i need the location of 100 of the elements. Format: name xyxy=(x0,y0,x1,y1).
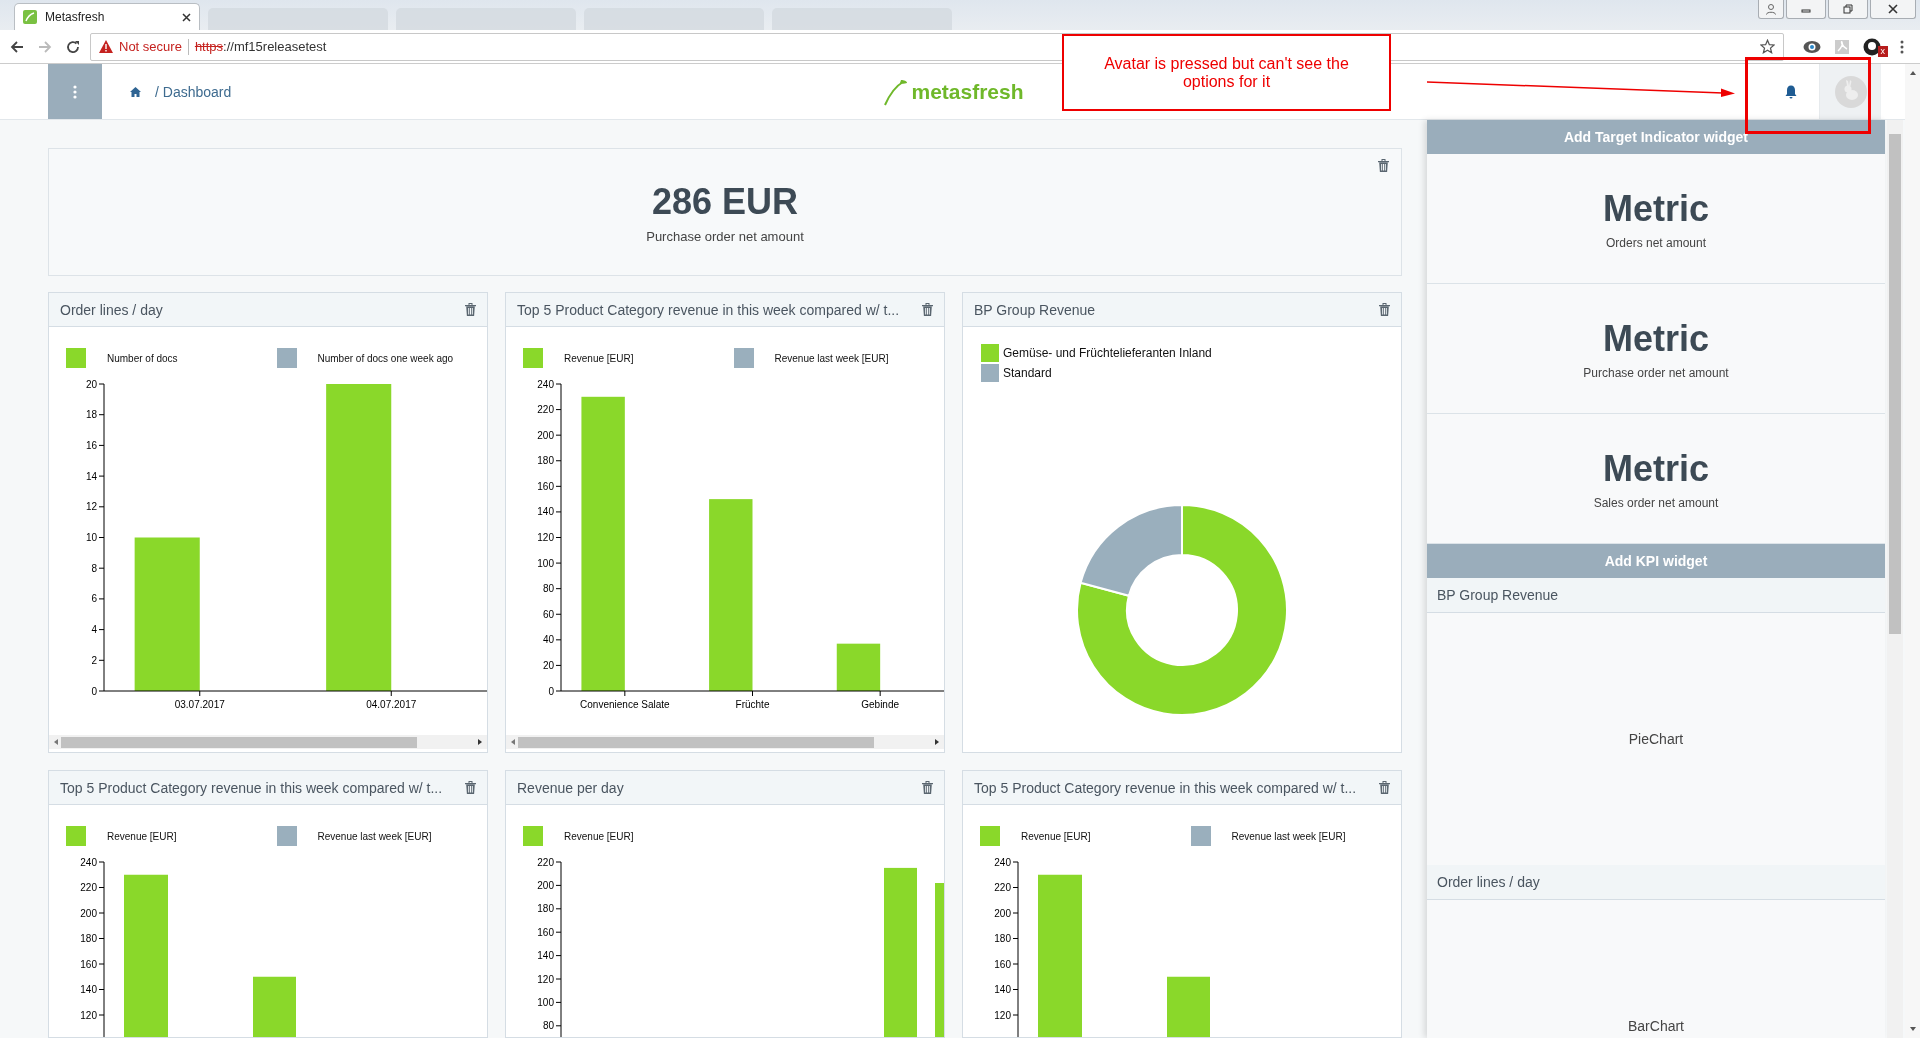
tick-label: 0 xyxy=(548,685,554,697)
legend-label: Revenue [EUR] xyxy=(107,830,177,842)
scroll-up-icon[interactable] xyxy=(1908,70,1917,76)
widget-title: Top 5 Product Category revenue in this week compared w/ t... xyxy=(974,779,1357,796)
legend-label: Revenue last week [EUR] xyxy=(317,830,432,842)
tick-label: 18 xyxy=(85,409,97,421)
bar xyxy=(836,643,881,691)
leaf-icon xyxy=(23,10,37,24)
tick-label: 220 xyxy=(80,882,97,893)
trash-icon[interactable] xyxy=(1378,159,1389,172)
star-icon[interactable] xyxy=(1760,39,1775,54)
legend-label: Revenue [EUR] xyxy=(564,352,634,364)
legend-label: Gemüse- und Früchtelieferanten Inland xyxy=(1003,346,1212,360)
scroll-left-icon[interactable] xyxy=(52,738,60,746)
trash-icon[interactable] xyxy=(1379,303,1390,316)
legend-label: Revenue [EUR] xyxy=(1021,830,1091,842)
forward-arrow-icon xyxy=(38,39,52,54)
tick-label: 20 xyxy=(542,659,554,671)
profile-button[interactable] xyxy=(1758,0,1784,19)
tick-label: 160 xyxy=(80,958,97,970)
scroll-down-icon[interactable] xyxy=(1908,1026,1917,1032)
tick-label: 120 xyxy=(80,1009,97,1021)
annotation-note: Avatar is pressed but can't see the options for it xyxy=(1062,34,1391,111)
trash-icon[interactable] xyxy=(465,303,476,316)
tick-label: 200 xyxy=(994,907,1011,919)
scroll-left-icon[interactable] xyxy=(509,738,517,746)
kpi-widget-title[interactable]: Order lines / day xyxy=(1427,865,1885,900)
tick-label: 40 xyxy=(542,634,554,646)
metric-value: Metric xyxy=(1603,317,1709,360)
trash-icon[interactable] xyxy=(922,303,933,316)
close-icon[interactable] xyxy=(182,12,191,22)
tick-label: 20 xyxy=(85,378,97,390)
tick-label: 60 xyxy=(542,608,554,620)
trash-icon[interactable] xyxy=(465,781,476,794)
widget-title: Top 5 Product Category revenue in this week compared w/ t... xyxy=(517,301,900,318)
widget-title: Order lines / day xyxy=(60,301,163,318)
category-label: 03.07.2017 xyxy=(174,699,225,710)
legend-label: Number of docs one week ago xyxy=(317,352,454,364)
metric-card[interactable]: Metric Orders net amount xyxy=(1427,154,1885,284)
legend-label: Revenue last week [EUR] xyxy=(774,352,889,364)
legend-label: Standard xyxy=(1003,366,1052,380)
close-window-button[interactable] xyxy=(1870,0,1916,19)
avatar-button[interactable] xyxy=(1819,64,1881,119)
tick-label: 10 xyxy=(85,532,97,543)
tick-label: 180 xyxy=(80,933,97,944)
widget-title: Top 5 Product Category revenue in this week compared w/ t... xyxy=(60,779,443,796)
tick-label: 6 xyxy=(91,593,97,605)
legend-label: Revenue last week [EUR] xyxy=(1231,830,1346,842)
tick-label: 4 xyxy=(91,624,97,636)
close-icon xyxy=(1888,4,1898,14)
category-label: Gebinde xyxy=(861,699,900,710)
tick-label: 14 xyxy=(85,470,97,482)
tick-label: 100 xyxy=(537,996,554,1008)
tick-label: 220 xyxy=(994,882,1011,893)
tick-label: 80 xyxy=(542,1020,554,1032)
tick-label: 2 xyxy=(91,654,97,666)
horizontal-scrollbar[interactable] xyxy=(506,735,944,749)
tick-label: 8 xyxy=(91,562,97,574)
horizontal-scrollbar[interactable] xyxy=(49,735,487,749)
tick-label: 12 xyxy=(85,501,97,513)
tick-label: 160 xyxy=(537,480,554,492)
tick-label: 220 xyxy=(537,404,554,416)
maximize-button[interactable] xyxy=(1828,0,1868,19)
legend-label: Number of docs xyxy=(107,352,178,364)
tick-label: 80 xyxy=(542,583,554,595)
circle-icon xyxy=(1863,37,1881,56)
tick-label: 200 xyxy=(537,879,554,891)
sprout-icon xyxy=(881,77,910,106)
browser-tab[interactable]: Metasfresh xyxy=(14,3,200,30)
metric-caption: Orders net amount xyxy=(1605,235,1707,250)
document-icon xyxy=(1834,38,1850,55)
tick-label: 220 xyxy=(537,856,554,868)
trash-icon[interactable] xyxy=(922,781,933,794)
metric-value: Metric xyxy=(1603,447,1709,490)
minimize-button[interactable] xyxy=(1786,0,1826,19)
scroll-right-icon[interactable] xyxy=(476,738,484,746)
home-icon[interactable] xyxy=(130,86,141,97)
metric-value: Metric xyxy=(1603,187,1709,230)
tick-label: 180 xyxy=(537,455,554,467)
trash-icon[interactable] xyxy=(1379,781,1390,794)
widget-title: BP Group Revenue xyxy=(974,301,1096,318)
tab-title: Metasfresh xyxy=(45,10,106,24)
menu-icon xyxy=(73,84,77,99)
tick-label: 200 xyxy=(537,429,554,441)
metric-card[interactable]: Metric Purchase order net amount xyxy=(1427,284,1885,414)
vertical-scrollbar[interactable] xyxy=(1887,120,1903,1038)
extension-button[interactable]: x xyxy=(1860,38,1884,55)
tick-label: 100 xyxy=(537,557,554,569)
kpi-widget-title[interactable]: BP Group Revenue xyxy=(1427,578,1885,613)
tick-label: 180 xyxy=(537,903,554,915)
breadcrumb-link[interactable]: / Dashboard xyxy=(155,83,232,100)
bell-icon xyxy=(1785,84,1797,99)
tick-label: 140 xyxy=(537,506,554,518)
tick-label: 140 xyxy=(994,984,1011,995)
warning-icon xyxy=(99,40,113,53)
tick-label: 240 xyxy=(994,856,1011,868)
scroll-right-icon[interactable] xyxy=(933,738,941,746)
tick-label: 140 xyxy=(80,984,97,995)
tick-label: 120 xyxy=(537,532,554,543)
kpi-caption: Purchase order net amount xyxy=(646,228,804,244)
